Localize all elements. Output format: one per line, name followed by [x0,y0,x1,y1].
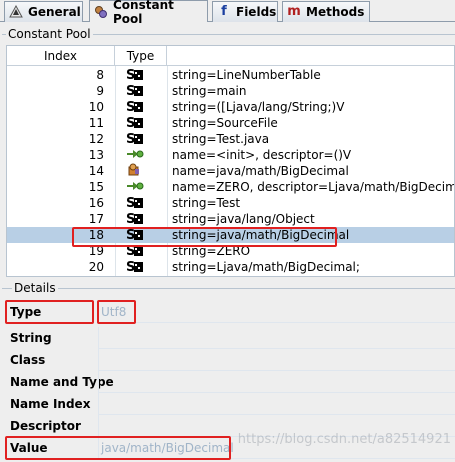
string-icon: S [126,195,146,211]
header-index[interactable]: Index [7,46,115,66]
row-index: 14 [88,164,104,178]
row-index: 11 [88,116,104,130]
string-icon: S [126,243,146,259]
detail-field-class[interactable] [98,349,455,371]
table-row[interactable]: 9 Sstring=main [7,83,454,99]
table-row[interactable]: 18 Sstring=java/math/BigDecimal [7,227,454,243]
constant-pool-icon [94,5,108,19]
row-value: name=java/math/BigDecimal [172,164,349,178]
detail-field-name-index[interactable] [98,393,455,415]
tab-fields[interactable]: f Fields [212,1,278,22]
row-value: string=ZERO [172,244,251,258]
string-icon: S [126,227,146,243]
svg-text:S: S [126,68,135,81]
row-index: 13 [88,148,104,162]
detail-field-type[interactable]: Utf8 [98,301,455,323]
row-value: name=ZERO, descriptor=Ljava/math/BigDeci… [172,180,455,194]
table-row[interactable]: 15 name=ZERO, descriptor=Ljava/math/BigDe… [7,179,455,195]
row-value: string=Test [172,196,241,210]
svg-text:S: S [126,84,135,97]
row-value: name=<init>, descriptor=()V [172,148,352,162]
header-value[interactable] [167,46,454,66]
table-row[interactable]: 10 Sstring=([Ljava/lang/String;)V [7,99,454,115]
row-index: 16 [88,196,104,210]
row-index: 12 [88,132,104,146]
table-row[interactable]: 12 Sstring=Test.java [7,131,454,147]
name-type-icon [126,147,146,163]
detail-label: Type [10,305,42,319]
detail-label: Descriptor [10,419,81,433]
string-icon: S [126,131,146,147]
svg-text:S: S [126,212,135,225]
detail-label: String [10,331,52,345]
row-value: string=Ljava/math/BigDecimal; [172,260,360,274]
table-row[interactable]: 19 Sstring=ZERO [7,243,454,259]
tab-methods[interactable]: m Methods [282,1,370,22]
table-row[interactable]: 14 name=java/math/BigDecimal [7,163,454,179]
string-icon: S [126,67,146,83]
row-value: string=java/lang/Object [172,212,315,226]
table-row[interactable]: 11 Sstring=SourceFile [7,115,454,131]
string-icon: S [126,211,146,227]
svg-text:S: S [126,100,135,113]
detail-label: Name Index [10,397,91,411]
tab-label: Fields [236,5,277,19]
table-row[interactable]: 13 name=<init>, descriptor=()V [7,147,454,163]
string-icon: S [126,99,146,115]
tab-general[interactable]: General [4,1,83,22]
table-header: Index Type [7,46,454,66]
svg-text:S: S [126,260,135,273]
constant-pool-title: Constant Pool [6,27,93,41]
tab-label: Methods [306,5,365,19]
tab-bar: General Constant Pool f Fields m Methods [0,0,455,26]
group-border [2,288,455,289]
svg-text:S: S [126,116,135,129]
table-row[interactable]: 8 Sstring=LineNumberTable [7,67,454,83]
svg-text:S: S [126,228,135,241]
detail-label: Class [10,353,46,367]
row-value: string=LineNumberTable [172,68,321,82]
string-icon: S [126,83,146,99]
row-value: string=main [172,84,247,98]
general-icon [9,4,23,19]
class-icon [126,163,146,179]
row-index: 10 [88,100,104,114]
detail-field-name-and-type[interactable] [98,371,455,393]
row-value: string=SourceFile [172,116,278,130]
tab-label: General [28,5,81,19]
row-index: 15 [88,180,104,194]
string-icon: S [126,259,146,275]
detail-field-string[interactable] [98,327,455,349]
tab-label: Constant Pool [113,0,174,26]
svg-text:S: S [126,196,135,209]
svg-text:S: S [126,132,135,145]
details-title: Details [12,281,58,295]
header-type[interactable]: Type [115,46,167,66]
row-index: 9 [96,84,104,98]
table-row[interactable]: 16 Sstring=Test [7,195,454,211]
table-row[interactable]: 17 Sstring=java/lang/Object [7,211,454,227]
row-index: 8 [96,68,104,82]
row-index: 19 [88,244,104,258]
svg-text:S: S [126,244,135,257]
table-row[interactable]: 20 Sstring=Ljava/math/BigDecimal; [7,259,454,275]
watermark: https://blog.csdn.net/a82514921 [237,432,451,447]
name-type-icon [126,179,146,195]
row-value: string=java/math/BigDecimal [172,228,350,242]
methods-icon: m [287,4,301,19]
string-icon: S [126,115,146,131]
detail-label: Value [10,441,48,455]
constant-pool-table[interactable]: Index Type 8 Sstring=LineNumberTable 9 Sstr… [6,45,455,277]
fields-icon: f [221,4,227,19]
row-index: 20 [88,260,104,274]
row-value: string=Test.java [172,132,270,146]
row-value: string=([Ljava/lang/String;)V [172,100,345,114]
row-index: 18 [88,228,104,242]
tab-constant-pool[interactable]: Constant Pool [89,0,208,26]
row-index: 17 [88,212,104,226]
